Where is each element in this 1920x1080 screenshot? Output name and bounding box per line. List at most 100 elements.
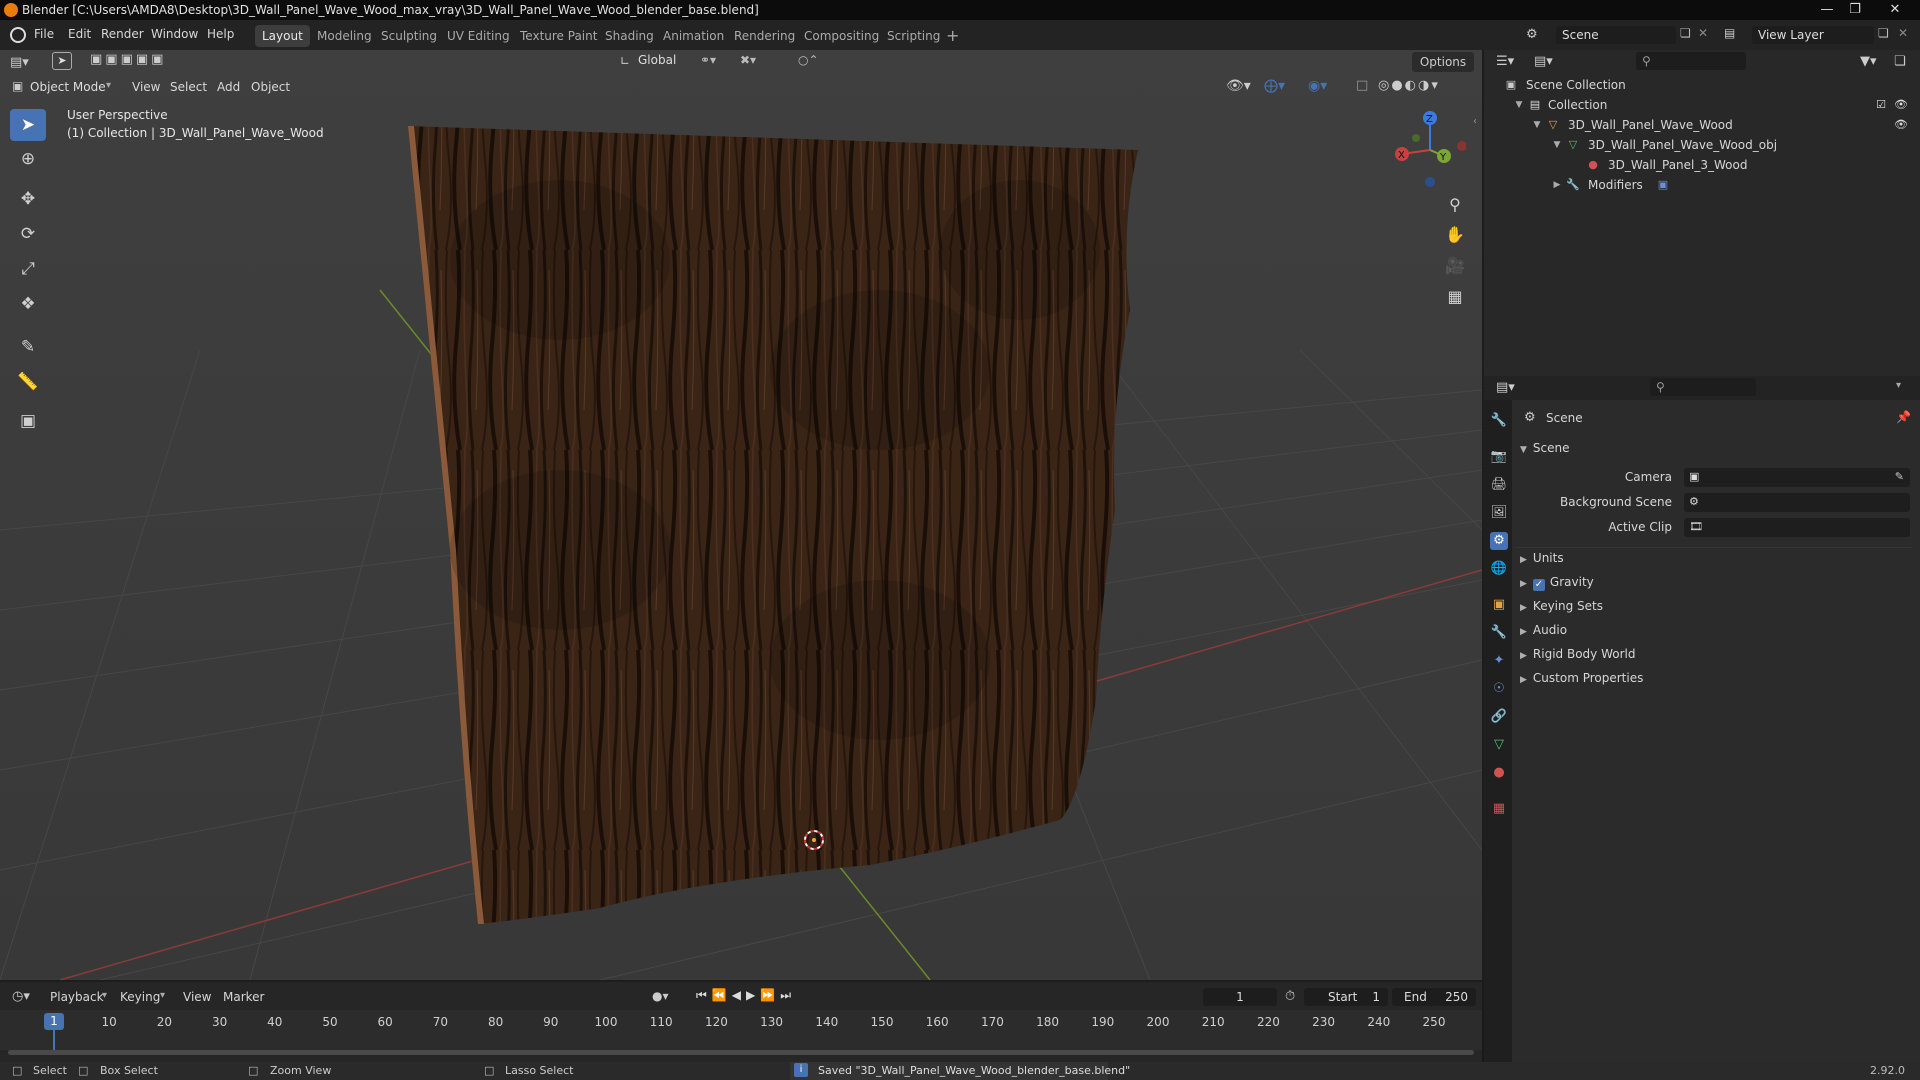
transform-tool-icon[interactable]: ❖ [10, 288, 46, 320]
select-tool-mode-icon[interactable]: ➤ [52, 52, 72, 70]
pin-icon[interactable]: 📌 [1896, 410, 1911, 424]
clock-icon[interactable]: ⏱ [1285, 989, 1295, 1004]
tab-rendering[interactable]: Rendering [727, 25, 802, 47]
viewport-menu-view[interactable]: View [132, 80, 160, 94]
panel-custom-properties[interactable]: ▶ Custom Properties [1520, 671, 1643, 685]
view-layer-icon[interactable]: ▤ [1724, 26, 1735, 40]
menu-window[interactable]: Window [151, 27, 198, 41]
panel-keying-sets[interactable]: ▶ Keying Sets [1520, 599, 1603, 613]
scene-selector[interactable]: Scene [1556, 26, 1676, 44]
transform-orientation-icon[interactable]: ∟ [620, 54, 630, 68]
chevron-down-icon[interactable]: ▾ [1896, 380, 1901, 391]
physics-tab-icon[interactable]: ☉ [1490, 680, 1508, 698]
outliner-row-scene-collection[interactable]: ▣ Scene Collection [1484, 75, 1920, 95]
menu-file[interactable]: File [34, 27, 54, 41]
panel-units[interactable]: ▶ Units [1520, 551, 1564, 565]
tab-animation[interactable]: Animation [656, 25, 731, 47]
visibility-icon[interactable]: 👁▾ [1226, 78, 1251, 94]
view-layer-selector[interactable]: View Layer [1752, 26, 1874, 44]
properties-editor-icon[interactable]: ▤▾ [1496, 380, 1515, 395]
move-tool-icon[interactable]: ✥ [10, 183, 46, 215]
jump-end-icon[interactable]: ⏭ [780, 988, 796, 1002]
pivot-icon[interactable]: ⚭▾ [700, 53, 716, 67]
active-clip-field[interactable]: 🎞 [1684, 518, 1910, 537]
scene-tab-icon[interactable]: ⚙ [1490, 532, 1508, 550]
rotate-tool-icon[interactable]: ⟳ [10, 218, 46, 250]
3d-viewport[interactable] [0, 50, 1482, 980]
world-tab-icon[interactable]: 🌐 [1490, 560, 1508, 578]
timeline-editor-icon[interactable]: ◷▾ [12, 989, 30, 1004]
shading-mode-icons[interactable]: ◎●◐◑▾ [1378, 78, 1440, 93]
play-reverse-icon[interactable]: ◀ [732, 988, 746, 1002]
menu-help[interactable]: Help [207, 27, 234, 41]
data-tab-icon[interactable]: ▽ [1490, 736, 1508, 754]
editor-type-icon[interactable]: ▤▾ [10, 55, 29, 70]
remove-view-layer-icon[interactable]: ✕ [1898, 26, 1908, 40]
viewport-menu-object[interactable]: Object [251, 80, 290, 94]
tab-compositing[interactable]: Compositing [797, 25, 886, 47]
current-frame-field[interactable]: 1 [1203, 988, 1277, 1006]
transform-orientation[interactable]: Global [638, 53, 676, 67]
menu-edit[interactable]: Edit [68, 27, 91, 41]
output-tab-icon[interactable]: 🖨 [1490, 476, 1508, 494]
minimize-icon[interactable]: — [1816, 0, 1838, 20]
menu-render[interactable]: Render [101, 27, 144, 41]
background-scene-field[interactable]: ⚙ [1684, 493, 1910, 512]
timeline-menu-view[interactable]: View [183, 990, 211, 1004]
add-workspace-icon[interactable]: + [946, 26, 959, 45]
tab-sculpting[interactable]: Sculpting [374, 25, 444, 47]
outliner-row-object[interactable]: ▼ ▽ 3D_Wall_Panel_Wave_Wood 👁 [1484, 115, 1920, 135]
navigation-gizmo[interactable]: Z X Y [1386, 106, 1466, 192]
tab-layout[interactable]: Layout [255, 25, 310, 47]
ortho-grid-icon[interactable]: ▦ [1441, 283, 1469, 311]
constraints-tab-icon[interactable]: 🔗 [1490, 708, 1508, 726]
scene-icon[interactable]: ⚙ [1526, 27, 1538, 42]
object-tab-icon[interactable]: ▣ [1490, 596, 1508, 614]
tool-tab-icon[interactable]: 🔧 [1490, 412, 1508, 430]
select-box-tool-icon[interactable]: ➤ [10, 109, 46, 141]
measure-tool-icon[interactable]: 📏 [10, 366, 46, 398]
camera-view-icon[interactable]: 🎥 [1441, 252, 1469, 280]
expand-icon[interactable]: ▼ [1512, 98, 1526, 112]
particles-tab-icon[interactable]: ✦ [1490, 652, 1508, 670]
render-tab-icon[interactable]: 📷 [1490, 448, 1508, 466]
outliner-row-mesh[interactable]: ▼ ▽ 3D_Wall_Panel_Wave_Wood_obj [1484, 135, 1920, 155]
gravity-checkbox[interactable]: ✓ [1532, 579, 1545, 591]
timeline-menu-keying[interactable]: Keying [120, 990, 160, 1004]
prev-keyframe-icon[interactable]: ⏪ [712, 988, 732, 1002]
eyedropper-icon[interactable]: ✎ [1895, 470, 1904, 483]
play-icon[interactable]: ▶ [746, 988, 760, 1002]
xray-icon[interactable]: □ [1356, 78, 1368, 93]
add-cube-tool-icon[interactable]: ▣ [10, 405, 46, 437]
checkbox-icon[interactable]: ☑ [1874, 98, 1888, 112]
start-frame-field[interactable]: Start 1 [1304, 988, 1388, 1006]
viewport-menu-select[interactable]: Select [170, 80, 207, 94]
eye-icon[interactable]: 👁 [1894, 98, 1908, 112]
new-scene-icon[interactable]: ❏ [1680, 26, 1691, 40]
tab-scripting[interactable]: Scripting [880, 25, 947, 47]
filter-icon[interactable]: ▼▾ [1860, 54, 1877, 69]
tab-modeling[interactable]: Modeling [310, 25, 379, 47]
object-mode-icon[interactable]: ▣ [12, 79, 23, 93]
mode-selector[interactable]: Object Mode [30, 80, 106, 94]
zoom-icon[interactable]: ⚲ [1441, 191, 1469, 219]
timeline-menu-playback[interactable]: Playback [50, 990, 104, 1004]
modifier-tab-icon[interactable]: 🔧 [1490, 624, 1508, 642]
viewport-menu-add[interactable]: Add [217, 80, 240, 94]
expand-icon[interactable]: ▼ [1530, 118, 1544, 132]
texture-tab-icon[interactable]: ▦ [1490, 800, 1508, 818]
timeline-scrollbar[interactable] [8, 1050, 1474, 1055]
end-frame-field[interactable]: End 250 [1392, 988, 1476, 1006]
overlay-toggle-icon[interactable]: ◉▾ [1308, 78, 1327, 94]
annotate-tool-icon[interactable]: ✎ [10, 331, 46, 363]
blender-menu-icon[interactable] [10, 27, 26, 43]
jump-start-icon[interactable]: ⏮ [696, 988, 712, 1002]
view-layer-tab-icon[interactable]: 🖼 [1490, 504, 1508, 522]
gizmo-toggle-icon[interactable]: ⨁▾ [1264, 78, 1285, 94]
outliner-editor-icon[interactable]: ☰▾ [1496, 54, 1514, 69]
tab-shading[interactable]: Shading [598, 25, 661, 47]
scale-tool-icon[interactable]: ⤢ [10, 253, 46, 285]
eye-icon[interactable]: 👁 [1894, 118, 1908, 132]
display-mode-icon[interactable]: ▤▾ [1534, 54, 1553, 69]
snap-icon[interactable]: ✖▾ [740, 53, 756, 67]
